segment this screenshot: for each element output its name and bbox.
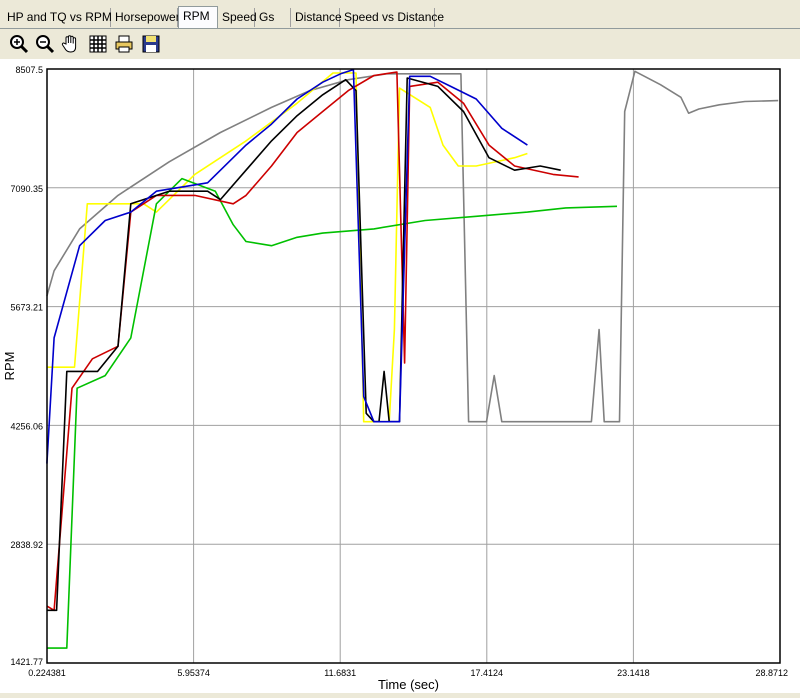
zoom-in-icon[interactable] — [8, 33, 30, 55]
tab-hp-and-tq-vs-rpm[interactable]: HP and TQ vs RPM — [3, 8, 112, 27]
x-tick-label: 28.8712 — [755, 668, 788, 678]
x-tick-label: 5.95374 — [177, 668, 210, 678]
series-line-0 — [46, 70, 779, 423]
series-lines — [46, 68, 779, 649]
series-line-5 — [46, 68, 528, 464]
tab-bar: HP and TQ vs RPM Horsepower RPM Speed Gs Dist… — [0, 0, 800, 29]
y-tick-label: 1421.77 — [10, 657, 43, 667]
zoom-out-icon[interactable] — [34, 33, 56, 55]
series-line-4 — [46, 77, 561, 612]
chart-panel: 1421.77 2838.92 4256.06 5673.21 7090.35 8507.… — [0, 59, 800, 693]
tab-gs[interactable]: Gs — [255, 8, 291, 27]
x-axis-label: Time (sec) — [378, 677, 439, 692]
x-tick-label: 11.6831 — [324, 668, 356, 678]
y-tick-label: 2838.92 — [10, 540, 43, 550]
grid-icon[interactable] — [87, 33, 109, 55]
series-line-2 — [46, 177, 618, 649]
tab-horsepower[interactable]: Horsepower — [111, 8, 180, 27]
tab-distance[interactable]: Distance — [291, 8, 342, 27]
x-tick-label: 23.1418 — [617, 668, 650, 678]
y-tick-label: 4256.06 — [10, 421, 43, 431]
grid-lines — [47, 69, 780, 663]
y-tick-label: 8507.5 — [15, 65, 43, 75]
y-tick-label: 7090.35 — [10, 184, 43, 194]
pan-hand-icon[interactable] — [60, 33, 82, 55]
y-tick-label: 5673.21 — [10, 303, 43, 313]
toolbar — [0, 29, 800, 59]
series-line-3 — [46, 71, 579, 612]
tab-rpm[interactable]: RPM — [178, 6, 218, 28]
save-icon[interactable] — [140, 33, 162, 55]
print-icon[interactable] — [113, 33, 135, 55]
tab-speed[interactable]: Speed — [218, 8, 257, 27]
plot-border — [46, 68, 781, 664]
x-tick-label: 17.4124 — [471, 668, 504, 678]
y-axis-label: RPM — [2, 352, 17, 381]
x-tick-label: 0.224381 — [28, 668, 66, 678]
tab-speed-vs-distance[interactable]: Speed vs Distance — [340, 8, 444, 27]
rpm-chart: 1421.77 2838.92 4256.06 5673.21 7090.35 8507.… — [2, 65, 788, 692]
